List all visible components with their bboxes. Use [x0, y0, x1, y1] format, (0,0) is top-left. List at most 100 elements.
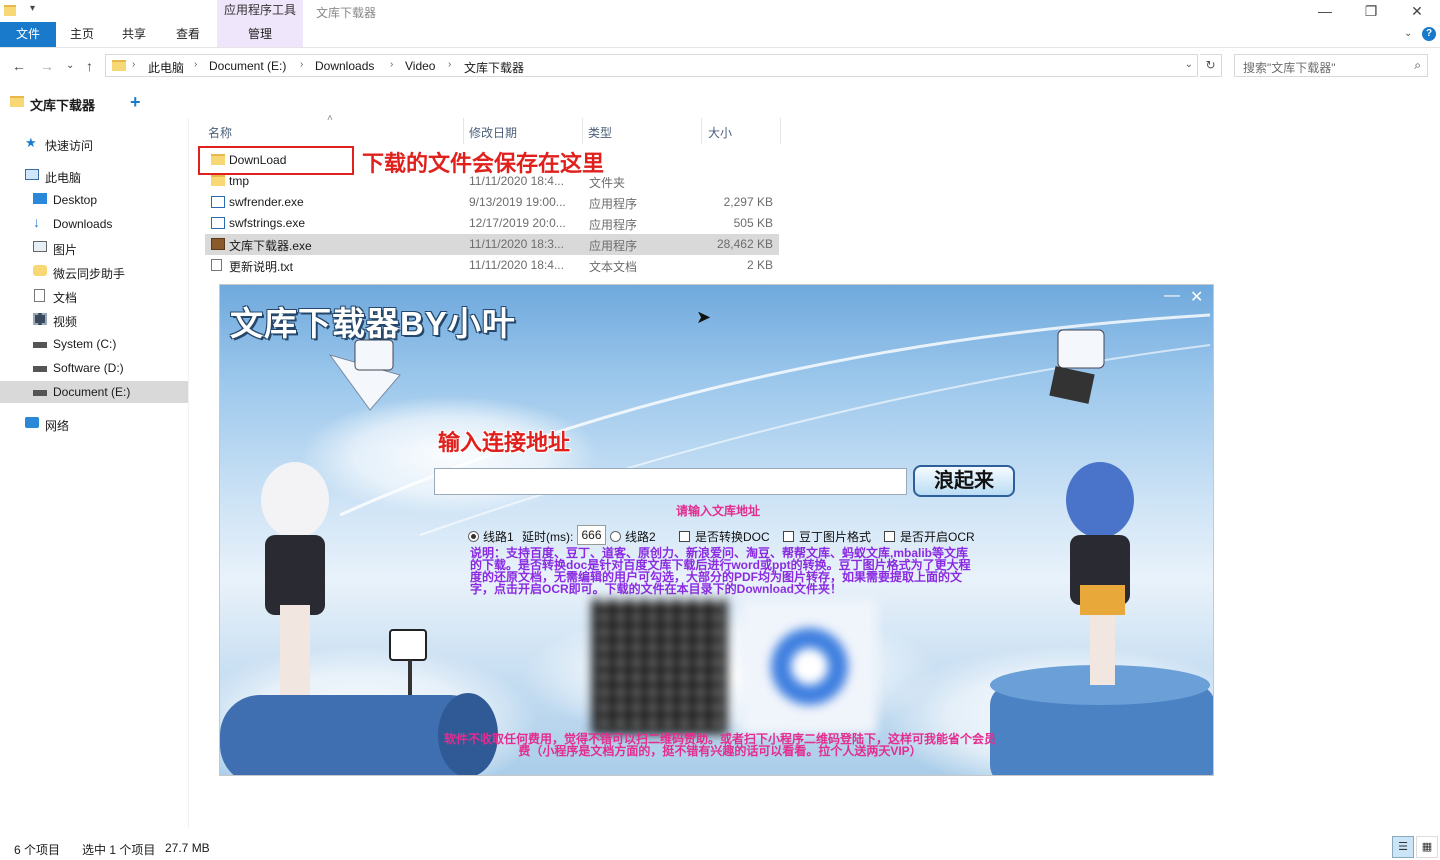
column-header-size[interactable]: 大小 [702, 118, 780, 144]
radio-line2[interactable]: 线路2 [610, 528, 656, 545]
forward-arrow-icon[interactable]: → [40, 58, 54, 74]
close-button[interactable]: ✕ [1394, 0, 1440, 22]
checkbox-doudin-image[interactable]: 豆丁图片格式 [783, 528, 871, 545]
nav-item-videos[interactable]: 视频 [0, 309, 188, 331]
file-row-readme[interactable]: 更新说明.txt 11/11/2020 18:4... 文本文档 2 KB [205, 255, 779, 276]
tab-share[interactable]: 共享 [112, 22, 156, 47]
file-name: 更新说明.txt [229, 260, 294, 274]
chevron-right-icon[interactable]: › [132, 59, 135, 70]
column-divider[interactable] [780, 118, 781, 144]
file-date: 11/11/2020 18:3... [469, 237, 564, 251]
file-type: 文本文档 [589, 260, 638, 274]
nav-item-system-c[interactable]: System (C:) [0, 333, 188, 355]
breadcrumb-current-folder[interactable]: 文库下载器 [464, 59, 524, 76]
selection-size: 27.7 MB [165, 841, 210, 855]
nav-item-downloads[interactable]: ↓ Downloads [0, 213, 188, 235]
app-title: 文库下载器BY小叶 [230, 305, 516, 342]
tab-manage[interactable]: 管理 [217, 22, 303, 47]
tab-home[interactable]: 主页 [60, 22, 104, 47]
minimize-button[interactable]: — [1302, 0, 1348, 22]
chevron-right-icon[interactable]: › [194, 59, 197, 70]
nav-label: 微云同步助手 [53, 267, 126, 281]
search-icon[interactable]: ⌕ [1414, 58, 1421, 73]
tab-view[interactable]: 查看 [166, 22, 210, 47]
large-icons-view-icon[interactable]: ▦ [1416, 836, 1438, 858]
column-header-date[interactable]: 修改日期 [464, 118, 582, 144]
computer-icon [25, 169, 39, 180]
quick-access-dropdown-icon[interactable]: ▾ [30, 3, 35, 14]
file-row-swfrender[interactable]: swfrender.exe 9/13/2019 19:00... 应用程序 2,… [205, 192, 779, 213]
nav-item-pictures[interactable]: 图片 [0, 237, 188, 259]
miniprogram-qr-code [742, 599, 877, 734]
folder-tab-label: 文库下载器 [30, 98, 96, 113]
radio-selected-icon [468, 531, 479, 542]
radio-line2-label: 线路2 [625, 530, 656, 544]
search-input[interactable]: 搜索"文库下载器" ⌕ [1234, 54, 1428, 77]
file-row-downloader-exe[interactable]: 文库下载器.exe 11/11/2020 18:3... 应用程序 28,462… [205, 234, 779, 255]
nav-item-software-d[interactable]: Software (D:) [0, 357, 188, 379]
recent-locations-icon[interactable]: ⌄ [66, 60, 74, 71]
download-arrow-icon: ↓ [33, 214, 40, 230]
file-name: swfrender.exe [229, 195, 304, 209]
nav-item-weiyun[interactable]: 微云同步助手 [0, 261, 188, 283]
desktop-icon [33, 193, 47, 204]
nav-item-network[interactable]: 网络 [0, 413, 188, 435]
chevron-right-icon[interactable]: › [300, 59, 303, 70]
back-arrow-icon[interactable]: ← [12, 58, 26, 74]
footer-notice: 软件不收取任何费用，觉得不错可以扫二维码赞助。或者扫下小程序二维码登陆下，这样可… [443, 732, 996, 758]
tab-file[interactable]: 文件 [0, 22, 56, 47]
breadcrumb-this-pc[interactable]: 此电脑 [148, 59, 184, 76]
file-row-swfstrings[interactable]: swfstrings.exe 12/17/2019 20:0... 应用程序 5… [205, 213, 779, 234]
up-arrow-icon[interactable]: ↑ [86, 58, 93, 74]
donate-qr-code [592, 599, 727, 734]
column-header-type[interactable]: 类型 [583, 118, 701, 144]
nav-label: 快速访问 [45, 139, 94, 153]
nav-item-documents[interactable]: 文档 [0, 285, 188, 307]
radio-icon [610, 531, 621, 542]
url-input[interactable] [434, 468, 907, 495]
address-dropdown-icon[interactable]: ⌄ [1185, 59, 1193, 70]
selection-count: 选中 1 个项目 [82, 843, 156, 857]
checkbox-label: 是否开启OCR [900, 530, 975, 544]
drive-icon [33, 390, 47, 396]
radio-line1[interactable]: 线路1 [468, 528, 514, 545]
checkbox-convert-doc[interactable]: 是否转换DOC [679, 528, 770, 545]
checkbox-ocr[interactable]: 是否开启OCR [884, 528, 975, 545]
nav-item-quick-access[interactable]: ★ 快速访问 [0, 133, 188, 155]
nav-label: 此电脑 [45, 171, 82, 185]
nav-item-document-e[interactable]: Document (E:) [0, 381, 188, 403]
breadcrumb-document-e[interactable]: Document (E:) [209, 59, 286, 73]
checkbox-icon [884, 531, 895, 542]
expand-ribbon-icon[interactable]: ⌄ [1404, 28, 1412, 39]
status-bar: 6 个项目 选中 1 个项目 27.7 MB ☰ ▦ [0, 836, 1440, 860]
details-view-icon[interactable]: ☰ [1392, 836, 1414, 858]
annotation-text: 下载的文件会保存在这里 [362, 151, 605, 176]
star-icon: ★ [25, 135, 37, 150]
refresh-icon[interactable]: ↻ [1200, 54, 1222, 77]
breadcrumb-downloads[interactable]: Downloads [315, 59, 374, 73]
breadcrumb-video[interactable]: Video [405, 59, 435, 73]
search-placeholder: 搜索"文库下载器" [1243, 61, 1336, 75]
app-close-button[interactable]: ✕ [1190, 287, 1203, 307]
file-date: 12/17/2019 20:0... [469, 216, 566, 230]
help-icon[interactable]: ? [1422, 27, 1436, 41]
chevron-right-icon[interactable]: › [448, 59, 451, 70]
video-icon [33, 313, 47, 325]
checkbox-icon [679, 531, 690, 542]
address-bar[interactable]: › 此电脑 › Document (E:) › Downloads › Vide… [105, 54, 1198, 77]
folder-icon [10, 96, 24, 110]
go-button[interactable]: 浪起来 [913, 465, 1015, 497]
delay-input[interactable]: 666 [577, 525, 606, 545]
maximize-button[interactable]: ❐ [1348, 0, 1394, 22]
nav-item-desktop[interactable]: Desktop [0, 189, 188, 211]
file-name: swfstrings.exe [229, 216, 306, 230]
add-tab-button[interactable]: + [130, 92, 141, 113]
folder-tab[interactable]: 文库下载器 [4, 88, 120, 116]
chevron-right-icon[interactable]: › [390, 59, 393, 70]
nav-label: 网络 [45, 419, 70, 433]
nav-label: 视频 [53, 315, 78, 329]
column-header-name[interactable]: 名称 [205, 118, 463, 144]
nav-item-this-pc[interactable]: 此电脑 [0, 165, 188, 187]
app-minimize-button[interactable]: — [1164, 287, 1180, 305]
window-title: 文库下载器 [316, 6, 377, 20]
